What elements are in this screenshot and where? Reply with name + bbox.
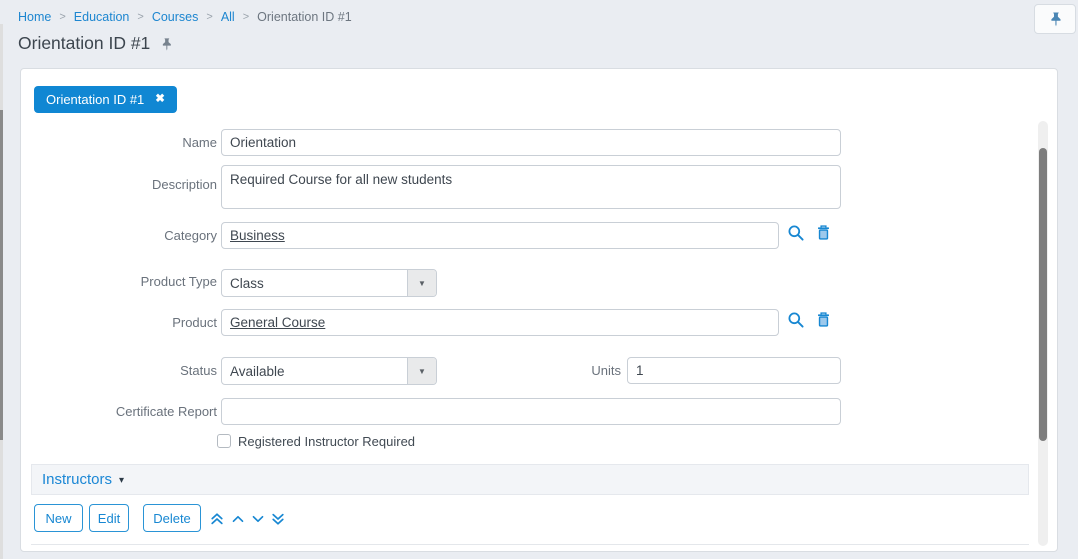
category-field[interactable]: Business: [221, 222, 779, 249]
breadcrumb-separator: >: [242, 11, 250, 23]
pin-page-button[interactable]: [1034, 4, 1076, 34]
move-bottom-icon[interactable]: [270, 511, 286, 527]
registered-instructor-checkbox[interactable]: [217, 434, 231, 448]
edit-button[interactable]: Edit: [89, 504, 129, 532]
category-search-icon[interactable]: [787, 224, 805, 242]
certificate-report-label: Certificate Report: [115, 404, 217, 419]
move-down-icon[interactable]: [250, 511, 266, 527]
instructors-section-title[interactable]: Instructors: [42, 471, 112, 488]
page: Home > Education > Courses > All > Orien…: [0, 0, 1078, 559]
close-icon[interactable]: ✖: [155, 93, 165, 106]
breadcrumb-home[interactable]: Home: [18, 10, 51, 24]
left-scrollbar-thumb[interactable]: [0, 110, 3, 440]
product-type-value: Class: [230, 275, 264, 291]
certificate-report-input[interactable]: [221, 398, 841, 425]
status-label: Status: [180, 363, 217, 378]
pushpin-icon[interactable]: [159, 37, 173, 51]
pushpin-icon: [1047, 11, 1063, 27]
product-search-icon[interactable]: [787, 311, 805, 329]
record-card: Orientation ID #1 ✖ Name Description Req…: [20, 68, 1058, 552]
category-label: Category: [164, 228, 217, 243]
page-title: Orientation ID #1: [18, 33, 173, 54]
new-button[interactable]: New: [34, 504, 83, 532]
left-scrollbar-track[interactable]: [0, 24, 3, 559]
card-scrollbar-track[interactable]: [1038, 121, 1048, 546]
status-select[interactable]: Available ▼: [221, 357, 437, 385]
record-tab[interactable]: Orientation ID #1 ✖: [34, 86, 177, 113]
units-label: Units: [591, 363, 621, 378]
chevron-down-icon: ▾: [119, 475, 125, 486]
product-label: Product: [172, 315, 217, 330]
record-tab-label: Orientation ID #1: [46, 92, 145, 107]
move-up-icon[interactable]: [230, 511, 246, 527]
chevron-down-icon[interactable]: ▼: [407, 270, 436, 296]
product-type-select[interactable]: Class ▼: [221, 269, 437, 297]
category-value-link[interactable]: Business: [230, 228, 285, 243]
card-scrollbar-thumb[interactable]: [1039, 148, 1047, 441]
move-top-icon[interactable]: [209, 511, 225, 527]
name-input[interactable]: [221, 129, 841, 156]
breadcrumb-separator: >: [59, 11, 66, 23]
page-title-text: Orientation ID #1: [18, 33, 151, 53]
section-divider: [31, 544, 1029, 545]
product-field[interactable]: General Course: [221, 309, 779, 336]
description-label: Description: [151, 177, 217, 192]
breadcrumb: Home > Education > Courses > All > Orien…: [18, 10, 352, 24]
breadcrumb-separator: >: [137, 11, 144, 23]
breadcrumb-courses[interactable]: Courses: [152, 10, 199, 24]
instructors-section-header[interactable]: Instructors ▾: [31, 464, 1029, 495]
chevron-down-icon[interactable]: ▼: [407, 358, 436, 384]
units-input[interactable]: [627, 357, 841, 384]
breadcrumb-separator: >: [206, 11, 213, 23]
registered-instructor-label: Registered Instructor Required: [238, 434, 416, 449]
name-label: Name: [182, 135, 217, 150]
breadcrumb-all[interactable]: All: [221, 10, 235, 24]
status-value: Available: [230, 363, 285, 379]
breadcrumb-current: Orientation ID #1: [257, 10, 352, 24]
breadcrumb-education[interactable]: Education: [74, 10, 130, 24]
description-input[interactable]: Required Course for all new students: [221, 165, 841, 209]
product-trash-icon[interactable]: [815, 311, 833, 329]
product-type-label: Product Type: [140, 274, 217, 289]
category-trash-icon[interactable]: [815, 224, 833, 242]
delete-button[interactable]: Delete: [143, 504, 201, 532]
product-value-link[interactable]: General Course: [230, 315, 325, 330]
